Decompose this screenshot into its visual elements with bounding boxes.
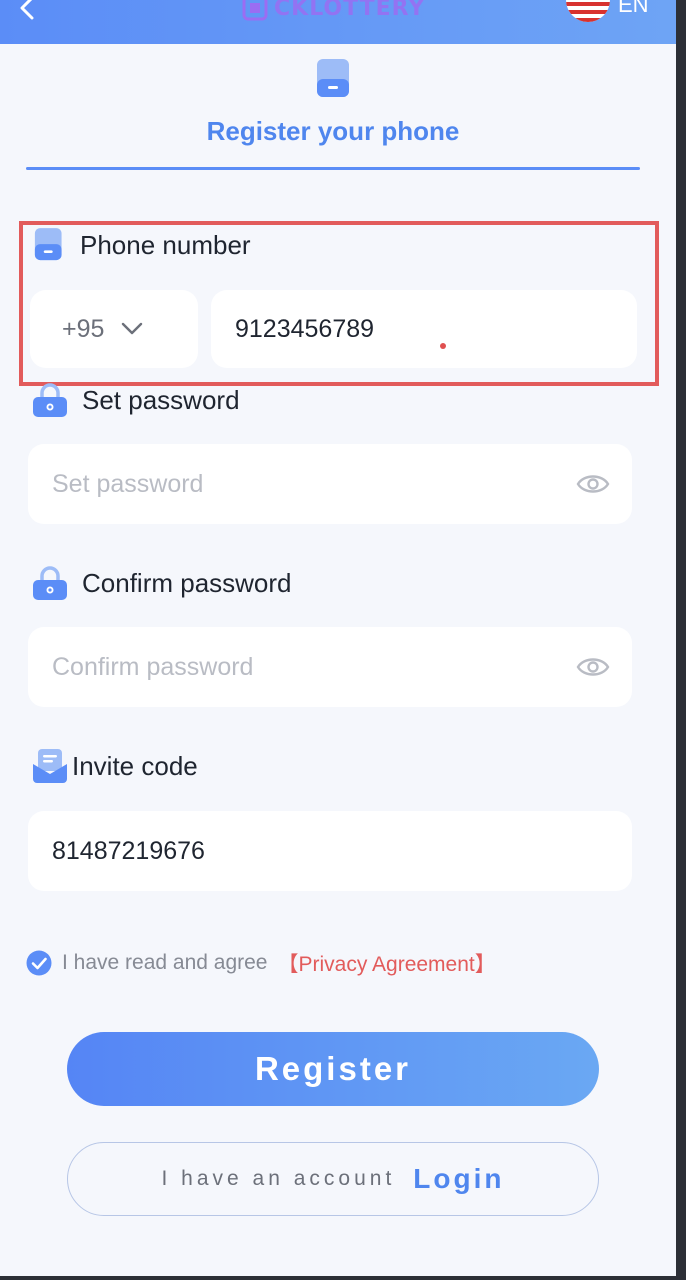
agreement-row: I have read and agree 【Privacy Agreement… xyxy=(26,948,496,978)
tab-register-phone[interactable]: Register your phone xyxy=(0,116,666,147)
invite-code-input[interactable]: 81487219676 xyxy=(28,811,632,891)
have-account-text: I have an account xyxy=(161,1167,396,1190)
check-icon[interactable] xyxy=(26,950,52,976)
invite-icon xyxy=(33,749,67,783)
password-input[interactable]: Set password xyxy=(28,444,632,524)
confirm-password-label: Confirm password xyxy=(32,565,292,601)
invite-code-value: 81487219676 xyxy=(52,836,205,865)
agreement-text: I have read and agree xyxy=(62,951,268,974)
phone-icon xyxy=(317,59,349,97)
language-selector[interactable]: EN xyxy=(618,0,649,18)
top-bar: CKLOTTERY EN xyxy=(0,0,676,44)
login-label[interactable]: Login xyxy=(413,1163,504,1195)
right-edge xyxy=(676,0,686,1280)
country-code-select[interactable]: +95 xyxy=(30,290,198,368)
lock-icon xyxy=(33,566,67,600)
login-button[interactable]: I have an account Login xyxy=(67,1142,599,1216)
logo-text: CKLOTTERY xyxy=(274,0,426,21)
eye-icon[interactable] xyxy=(576,655,610,679)
password-label: Set password xyxy=(32,382,240,418)
back-icon[interactable] xyxy=(14,0,42,22)
confirm-password-placeholder: Confirm password xyxy=(52,652,254,681)
register-button[interactable]: Register xyxy=(67,1032,599,1106)
confirm-password-input[interactable]: Confirm password xyxy=(28,627,632,707)
phone-icon xyxy=(34,228,62,261)
invite-code-label: Invite code xyxy=(32,748,198,784)
tab-underline xyxy=(26,167,640,170)
password-placeholder: Set password xyxy=(52,469,204,498)
bottom-edge xyxy=(0,1276,686,1280)
app-logo: CKLOTTERY xyxy=(242,0,425,24)
phone-input[interactable]: 9123456789 xyxy=(211,290,637,368)
privacy-agreement-link[interactable]: 【Privacy Agreement】 xyxy=(278,948,496,978)
us-flag-icon[interactable] xyxy=(566,0,610,22)
logo-mark-icon xyxy=(242,0,268,21)
cursor-dot xyxy=(440,343,446,349)
register-page: CKLOTTERY EN Register your phone Phone n… xyxy=(0,0,686,1280)
phone-input-value: 9123456789 xyxy=(235,314,375,343)
eye-icon[interactable] xyxy=(576,472,610,496)
country-code-value: +95 xyxy=(62,314,105,343)
chevron-down-icon xyxy=(122,322,143,335)
lock-icon xyxy=(33,383,67,417)
phone-label: Phone number xyxy=(34,226,251,264)
